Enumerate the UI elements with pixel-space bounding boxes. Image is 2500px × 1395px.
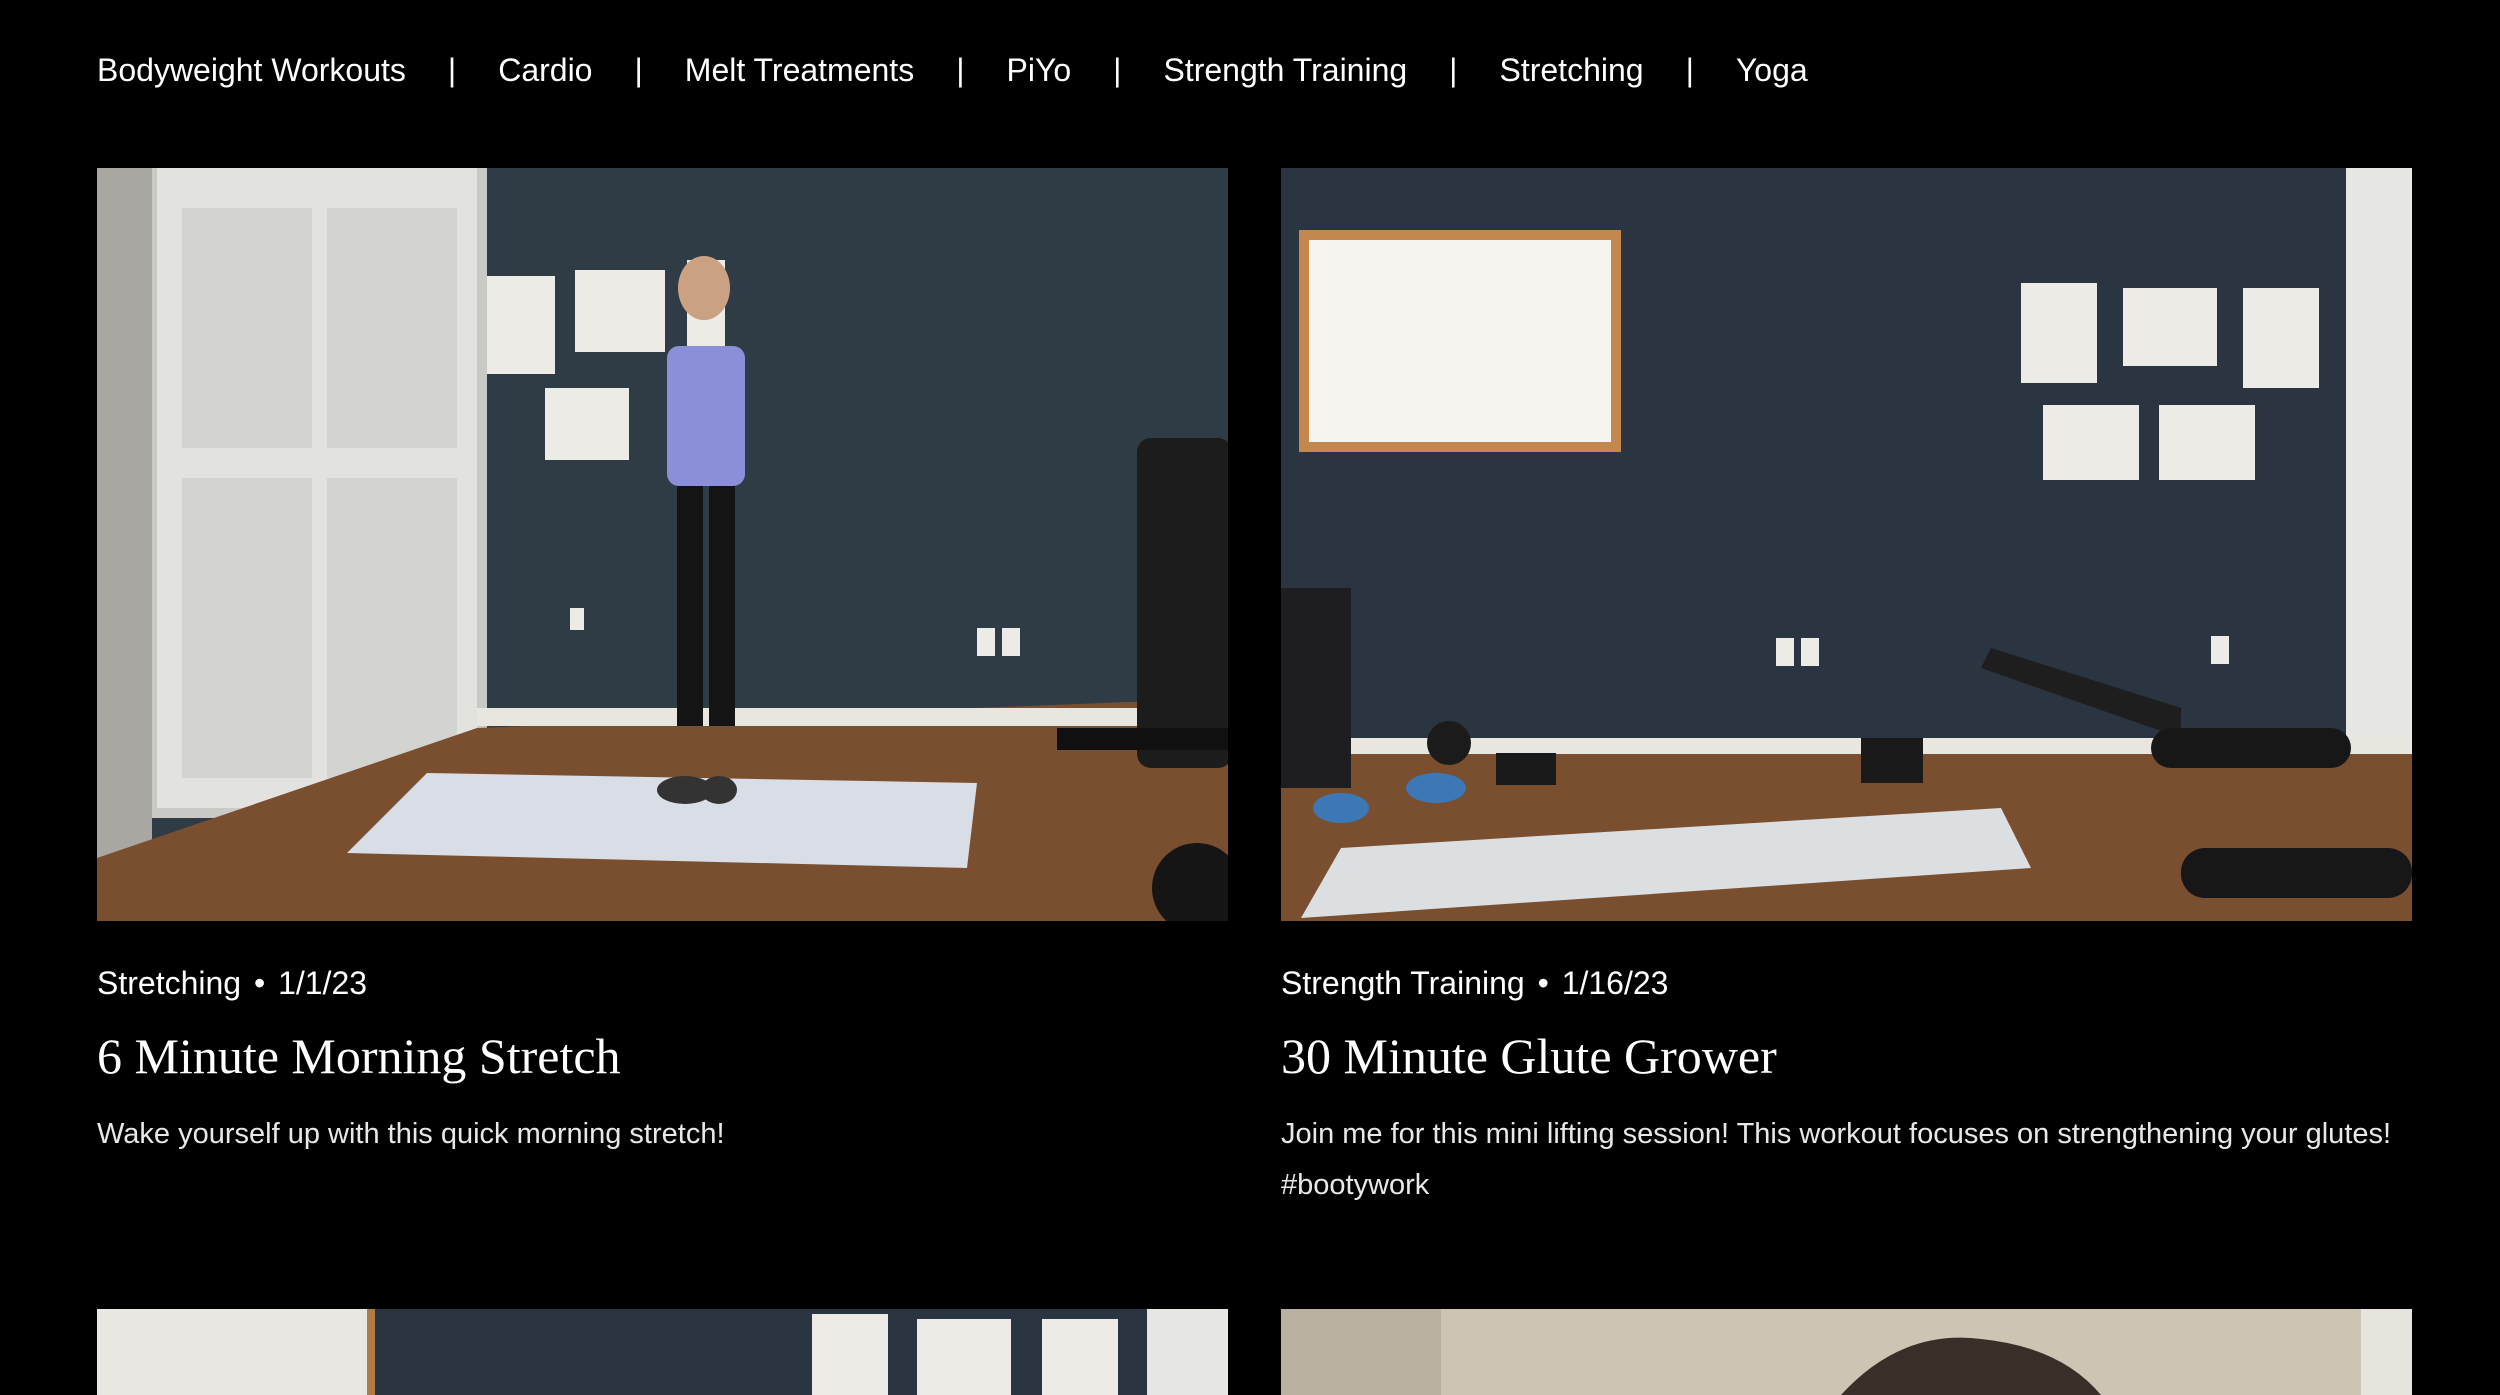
nav-link-cardio[interactable]: Cardio [498, 52, 592, 89]
post-category[interactable]: Stretching [97, 965, 241, 1001]
nav-link-yoga[interactable]: Yoga [1736, 52, 1808, 89]
workout-room-photo [1281, 1309, 2412, 1395]
nav-separator: | [1685, 51, 1694, 88]
post-title[interactable]: 6 Minute Morning Stretch [97, 1025, 1228, 1087]
nav-link-melt-treatments[interactable]: Melt Treatments [685, 52, 914, 89]
post-card [1281, 1309, 2412, 1395]
nav-link-piyo[interactable]: PiYo [1007, 52, 1072, 89]
post-date: 1/1/23 [278, 965, 368, 1001]
post-title[interactable]: 30 Minute Glute Grower [1281, 1025, 2412, 1087]
meta-separator: • [1537, 965, 1549, 1001]
category-nav: Bodyweight Workouts | Cardio | Melt Trea… [97, 46, 1808, 94]
nav-separator: | [1113, 51, 1122, 88]
post-card [97, 1309, 1228, 1395]
workout-room-photo [1281, 168, 2412, 921]
post-meta: Strength Training • 1/16/23 [1281, 961, 2412, 1005]
post-date: 1/16/23 [1561, 965, 1669, 1001]
post-thumbnail-image[interactable] [97, 1309, 1228, 1395]
nav-link-strength-training[interactable]: Strength Training [1163, 52, 1407, 89]
workout-room-photo [97, 1309, 1228, 1395]
nav-link-bodyweight-workouts[interactable]: Bodyweight Workouts [97, 52, 406, 89]
post-card: Strength Training • 1/16/23 30 Minute Gl… [1281, 168, 2412, 1211]
post-category[interactable]: Strength Training [1281, 965, 1525, 1001]
post-meta: Stretching • 1/1/23 [97, 961, 1228, 1005]
nav-link-stretching[interactable]: Stretching [1499, 52, 1643, 89]
post-card: Stretching • 1/1/23 6 Minute Morning Str… [97, 168, 1228, 1160]
post-thumbnail-image[interactable] [1281, 168, 2412, 921]
post-excerpt: Join me for this mini lifting session! T… [1281, 1118, 2392, 1201]
workout-room-photo [97, 168, 1228, 921]
post-excerpt: Wake yourself up with this quick morning… [97, 1118, 725, 1150]
post-thumbnail-image[interactable] [97, 168, 1228, 921]
nav-separator: | [447, 51, 457, 88]
post-thumbnail-image[interactable] [1281, 1309, 2412, 1395]
meta-separator: • [253, 965, 266, 1001]
nav-separator: | [634, 51, 643, 88]
nav-separator: | [956, 51, 965, 88]
nav-separator: | [1449, 51, 1458, 88]
